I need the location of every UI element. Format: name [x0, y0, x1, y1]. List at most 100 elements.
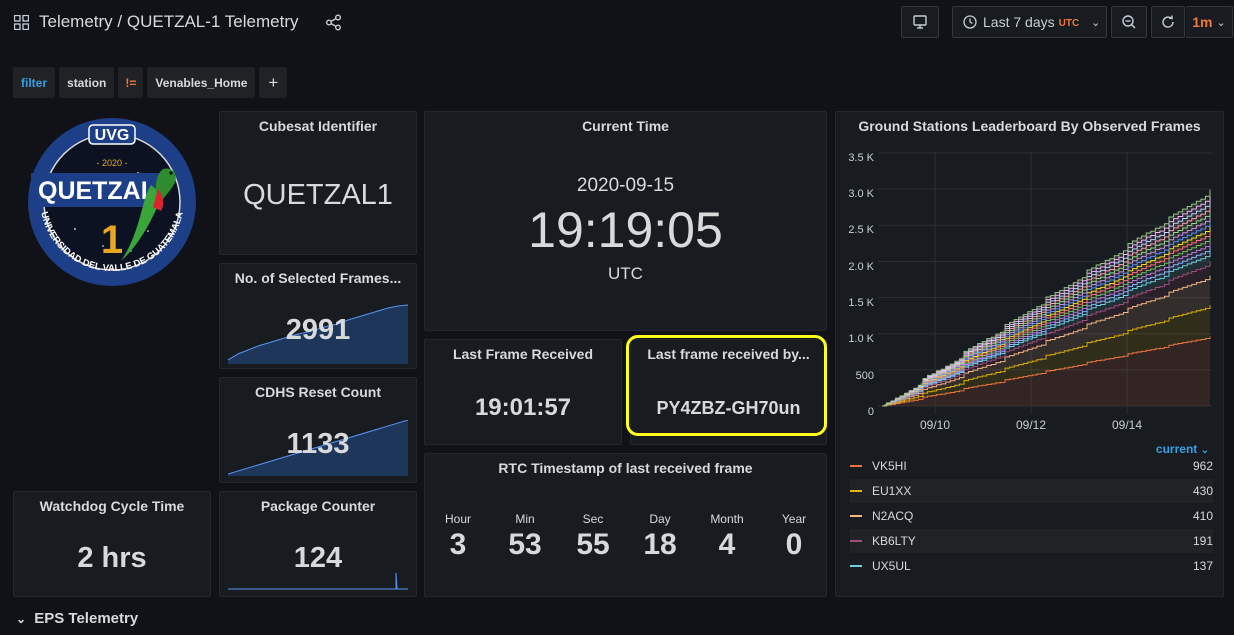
legend-item[interactable]: EU1XX 430 [850, 479, 1213, 503]
y-tick-label: 500 [855, 370, 874, 382]
legend-item[interactable]: N2ACQ 410 [850, 504, 1213, 528]
legend-item[interactable]: UX5UL 137 [850, 554, 1213, 578]
filter-operator[interactable]: != [118, 67, 144, 98]
leaderboard-chart[interactable] [878, 152, 1212, 414]
panel-title[interactable]: Ground Stations Leaderboard By Observed … [836, 118, 1223, 134]
rtc-label: Month [710, 512, 744, 526]
y-tick-label: 1.5 K [848, 297, 874, 309]
legend-series-value: 410 [1192, 509, 1213, 523]
package-counter-panel: Package Counter 124 [219, 491, 417, 597]
filter-value[interactable]: Venables_Home [147, 67, 256, 98]
legend-swatch [850, 540, 862, 542]
filter-label: filter [13, 67, 56, 98]
legend-item[interactable]: KB6LTY 191 [850, 529, 1213, 553]
cubesat-identifier-value: QUETZAL1 [243, 179, 393, 211]
logo-top-text: UVG [95, 127, 130, 144]
chevron-down-icon: ⌄ [1216, 16, 1226, 29]
rtc-timestamp-panel: RTC Timestamp of last received frame Hou… [424, 453, 827, 597]
add-filter-button[interactable]: + [259, 67, 288, 98]
watchdog-cycle-value: 2 hrs [77, 542, 147, 574]
clock-icon [963, 15, 977, 29]
refresh-button[interactable] [1151, 6, 1185, 38]
last-frame-time: 19:01:57 [474, 394, 572, 421]
rtc-label: Min [515, 512, 535, 526]
time-range-picker[interactable]: Last 7 days UTC ⌄ [952, 6, 1107, 38]
panel-title[interactable]: Package Counter [220, 498, 416, 514]
selected-frames-value: 2991 [285, 314, 351, 346]
x-tick-label: 09/14 [1111, 418, 1143, 432]
panel-title[interactable]: No. of Selected Frames... [220, 270, 416, 286]
tv-mode-button[interactable] [901, 6, 939, 38]
y-tick-label: 3.0 K [848, 188, 874, 200]
current-time-value: 19:19:05 [528, 202, 723, 258]
current-timezone: UTC [608, 264, 643, 283]
panel-title[interactable]: Watchdog Cycle Time [14, 498, 210, 514]
legend-swatch [850, 465, 862, 467]
rtc-day: Day 18 [630, 512, 690, 562]
rtc-month: Month 4 [697, 512, 757, 562]
rtc-value: 4 [718, 528, 736, 561]
timezone-label: UTC [1058, 17, 1080, 29]
filter-key[interactable]: station [59, 67, 115, 98]
rtc-label: Year [781, 512, 807, 526]
panel-title[interactable]: RTC Timestamp of last received frame [425, 460, 826, 476]
rtc-year: Year 0 [764, 512, 824, 562]
ground-stations-leaderboard-panel: Ground Stations Leaderboard By Observed … [835, 111, 1224, 597]
chart-y-axis: 3.5 K 3.0 K 2.5 K 2.0 K 1.5 K 1.0 K 500 … [836, 152, 874, 422]
logo-name-text: QUETZAL [38, 177, 156, 205]
legend-series-name: KB6LTY [872, 534, 916, 548]
current-date: 2020-09-15 [576, 175, 675, 196]
cubesat-identifier-panel: Cubesat Identifier QUETZAL1 [219, 111, 417, 255]
chevron-down-icon: ⌄ [1091, 16, 1101, 29]
x-tick-label: 09/10 [919, 418, 951, 432]
panel-title[interactable]: Cubesat Identifier [220, 118, 416, 134]
refresh-icon [1162, 15, 1174, 28]
dashboard-grid-icon[interactable] [14, 15, 29, 30]
legend-swatch [850, 490, 862, 492]
zoom-out-icon [1122, 15, 1136, 29]
ad-hoc-filter-bar: filter station != Venables_Home + [13, 67, 288, 98]
highlight-outline [626, 335, 827, 436]
panel-title[interactable]: Last Frame Received [425, 346, 621, 362]
rtc-value: 53 [508, 528, 542, 561]
y-tick-label: 1.0 K [848, 333, 874, 345]
legend-item[interactable]: VK5HI 962 [850, 454, 1213, 478]
y-tick-label: 2.5 K [848, 224, 874, 236]
rtc-label: Day [649, 512, 671, 526]
rtc-value: 3 [449, 528, 467, 561]
legend-series-name: EU1XX [872, 484, 912, 498]
legend-swatch [850, 565, 862, 567]
dashboard-title[interactable]: Telemetry / QUETZAL-1 Telemetry [39, 12, 298, 32]
panel-title[interactable]: CDHS Reset Count [220, 384, 416, 400]
row-title: EPS Telemetry [34, 610, 139, 627]
chevron-down-icon: ⌄ [16, 612, 27, 626]
legend-series-name: UX5UL [872, 559, 911, 573]
rtc-label: Hour [444, 512, 471, 526]
legend-series-value: 962 [1192, 459, 1213, 473]
rtc-minute: Min 53 [495, 512, 555, 562]
package-counter-value: 124 [293, 542, 343, 574]
watchdog-cycle-panel: Watchdog Cycle Time 2 hrs [13, 491, 211, 597]
refresh-interval-picker[interactable]: 1m ⌄ [1186, 6, 1233, 38]
last-frame-received-panel: Last Frame Received 19:01:57 [424, 339, 622, 445]
zoom-out-button[interactable] [1111, 6, 1147, 38]
share-icon[interactable] [325, 14, 342, 31]
y-tick-label: 3.5 K [848, 152, 874, 164]
logo-number-text: 1 [101, 218, 123, 262]
y-tick-label: 0 [867, 406, 874, 418]
rtc-value: 0 [785, 528, 803, 561]
y-tick-label: 2.0 K [848, 261, 874, 273]
x-tick-label: 09/12 [1015, 418, 1047, 432]
rtc-hour: Hour 3 [428, 512, 488, 562]
rtc-second: Sec 55 [563, 512, 623, 562]
legend-series-value: 137 [1192, 559, 1213, 573]
current-time-panel: Current Time 2020-09-15 19:19:05 UTC [424, 111, 827, 331]
quetzal-mission-logo: UVG - 2020 - QUETZAL 1 UNIVERSIDAD DEL V… [28, 118, 196, 286]
legend-series-name: N2ACQ [872, 509, 914, 523]
row-eps-telemetry[interactable]: ⌄ EPS Telemetry [16, 610, 138, 627]
cdhs-reset-panel: CDHS Reset Count 1133 [219, 377, 417, 483]
monitor-icon [913, 15, 927, 29]
legend-swatch [850, 515, 862, 517]
panel-title[interactable]: Current Time [425, 118, 826, 134]
logo-year-text: - 2020 - [96, 158, 127, 168]
